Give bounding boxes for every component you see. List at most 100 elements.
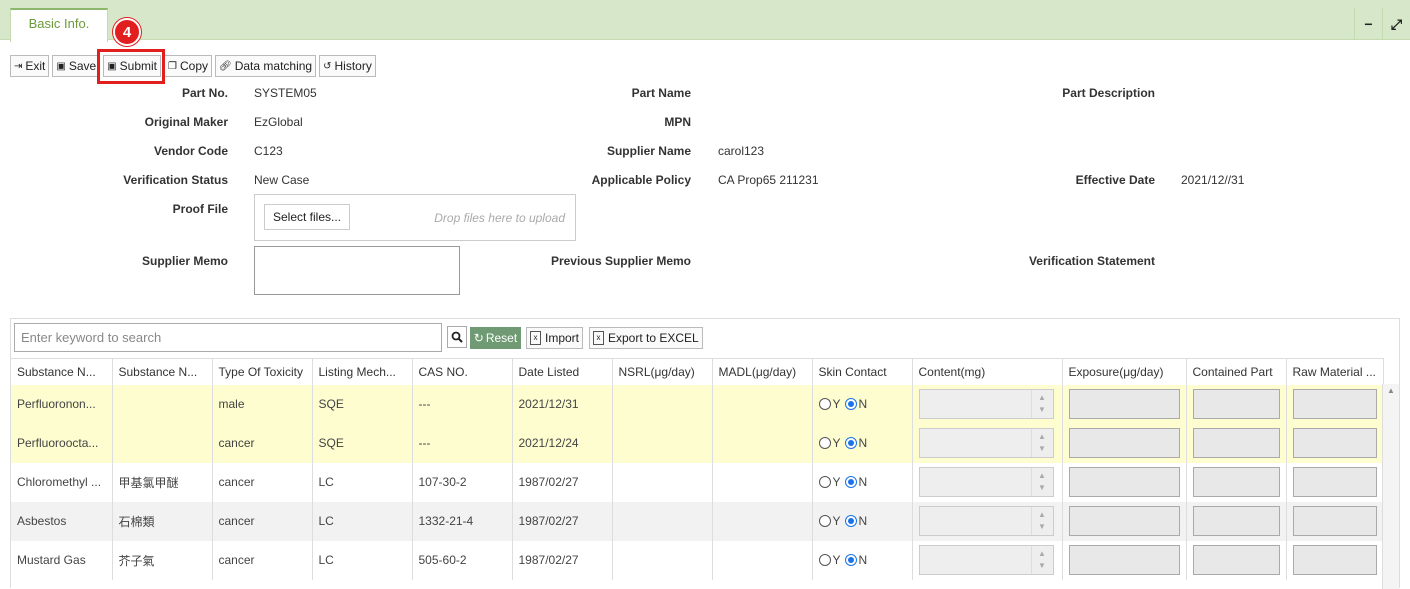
spinner-icon[interactable]: ▲ ▼ [1030, 429, 1053, 457]
column-header[interactable]: Substance N... [11, 358, 113, 385]
table-row[interactable]: Perfluoroocta... cancer SQE --- 2021/12/24 Y N… [11, 423, 1384, 463]
exposure-input[interactable] [1068, 389, 1180, 419]
copy-button[interactable]: ❐ Copy [164, 55, 213, 77]
data-matching-button[interactable]: 🔗︎ Data matching [215, 55, 317, 77]
expand-icon[interactable]: ⤢ [1382, 8, 1410, 40]
column-header[interactable]: Exposure(μg/day) [1062, 358, 1187, 385]
contained-part-input[interactable] [1192, 428, 1280, 458]
supplier-memo-textarea[interactable] [254, 246, 460, 295]
spinner-icon[interactable]: ▲ ▼ [1030, 546, 1053, 574]
exit-button[interactable]: ⇥ Exit [10, 55, 50, 77]
spinner-icon[interactable]: ▲ ▼ [1030, 390, 1053, 418]
exposure-input[interactable] [1068, 545, 1180, 575]
save-label: Save [68, 59, 97, 73]
raw-material-input[interactable] [1292, 389, 1377, 419]
skin-contact-no-radio[interactable] [844, 437, 857, 450]
table-cell: LC [312, 540, 413, 580]
column-header[interactable]: Listing Mech... [312, 358, 413, 385]
column-header[interactable]: CAS NO. [412, 358, 513, 385]
column-header[interactable]: Substance N... [112, 358, 213, 385]
raw-material-input[interactable] [1292, 545, 1377, 575]
raw-material-input[interactable] [1292, 506, 1377, 536]
contained-part-cell [1186, 501, 1287, 541]
save-button[interactable]: ▣ Save [52, 55, 101, 77]
vendor-code-value: C123 [254, 144, 283, 158]
skin-contact-no-radio[interactable] [844, 515, 857, 528]
exit-label: Exit [25, 59, 46, 73]
table-cell [712, 384, 813, 424]
contained-part-input[interactable] [1192, 467, 1280, 497]
exposure-input[interactable] [1068, 467, 1180, 497]
column-header[interactable]: Contained Part [1186, 358, 1287, 385]
content-numeric-input[interactable]: ▲ ▼ [918, 467, 1054, 497]
raw-material-cell [1286, 540, 1384, 580]
column-header[interactable]: Date Listed [512, 358, 613, 385]
import-button[interactable]: x Import [526, 327, 584, 349]
scroll-up-icon[interactable]: ▲ [1387, 386, 1395, 395]
file-upload-dropzone[interactable]: Select files... Drop files here to uploa… [254, 194, 576, 241]
copy-label: Copy [180, 59, 209, 73]
skin-contact-yes-radio[interactable] [818, 554, 831, 567]
column-header[interactable]: MADL(μg/day) [712, 358, 813, 385]
contained-part-cell [1186, 384, 1287, 424]
raw-material-input[interactable] [1292, 467, 1377, 497]
tab-bar: Basic Info. − ⤢ [0, 0, 1410, 42]
search-input[interactable]: Enter keyword to search [14, 323, 442, 352]
table-cell [712, 462, 813, 502]
table-cell: 1987/02/27 [512, 540, 613, 580]
tab-basic-info[interactable]: Basic Info. [10, 8, 108, 42]
skin-contact-no-radio[interactable] [844, 554, 857, 567]
exposure-input[interactable] [1068, 506, 1180, 536]
verification-statement-label: Verification Statement [1028, 254, 1155, 268]
contained-part-input[interactable] [1192, 389, 1280, 419]
skin-contact-yes-radio[interactable] [818, 515, 831, 528]
skin-contact-no-radio[interactable] [844, 476, 857, 489]
supplier-name-value: carol123 [718, 144, 765, 158]
column-header[interactable]: Raw Material ... [1286, 358, 1384, 385]
content-numeric-input[interactable]: ▲ ▼ [918, 428, 1054, 458]
exposure-input[interactable] [1068, 428, 1180, 458]
skin-contact-yes-radio[interactable] [818, 437, 831, 450]
content-numeric-input[interactable]: ▲ ▼ [918, 389, 1054, 419]
column-header[interactable]: NSRL(μg/day) [612, 358, 713, 385]
raw-material-input[interactable] [1292, 428, 1377, 458]
vertical-scrollbar[interactable]: ▲ [1382, 384, 1399, 589]
contained-part-input[interactable] [1192, 506, 1280, 536]
mpn-label: MPN [664, 115, 691, 129]
history-button[interactable]: ↺ History [319, 55, 376, 77]
table-row[interactable]: Asbestos 石棉類 cancer LC 1332-21-4 1987/02/27 Y N… [11, 501, 1384, 541]
table-cell: Mustard Gas [11, 540, 113, 580]
minimize-icon[interactable]: − [1354, 8, 1382, 40]
contained-part-input[interactable] [1192, 545, 1280, 575]
history-label: History [334, 59, 372, 73]
search-icon[interactable] [447, 326, 467, 348]
table-cell: SQE [312, 384, 413, 424]
content-numeric-input[interactable]: ▲ ▼ [918, 545, 1054, 575]
table-row[interactable]: Perfluoronon... male SQE --- 2021/12/31 Y N ▲ ▼ [11, 384, 1384, 424]
spinner-icon[interactable]: ▲ ▼ [1030, 468, 1053, 496]
column-header[interactable]: Type Of Toxicity [212, 358, 313, 385]
skin-contact-no-radio[interactable] [844, 398, 857, 411]
table-cell: SQE [312, 423, 413, 463]
select-files-button[interactable]: Select files... [264, 204, 350, 230]
table-row[interactable]: Chloromethyl ... 甲基氯甲醚 cancer LC 107-30-2 198… [11, 462, 1384, 502]
content-numeric-input[interactable]: ▲ ▼ [918, 506, 1054, 536]
skin-contact-yes-radio[interactable] [818, 476, 831, 489]
column-header[interactable]: Content(mg) [912, 358, 1063, 385]
substance-table: Substance N... Substance N... Type Of Toxi… [11, 358, 1384, 580]
table-row[interactable]: Mustard Gas 芥子氣 cancer LC 505-60-2 1987/02/27… [11, 540, 1384, 580]
exposure-cell [1062, 540, 1187, 580]
skin-contact-yes-radio[interactable] [818, 398, 831, 411]
table-cell: Chloromethyl ... [11, 462, 113, 502]
column-header[interactable]: Skin Contact [812, 358, 913, 385]
spinner-icon[interactable]: ▲ ▼ [1030, 507, 1053, 535]
exposure-cell [1062, 384, 1187, 424]
drop-hint: Drop files here to upload [434, 211, 565, 225]
content-cell: ▲ ▼ [912, 501, 1063, 541]
export-excel-button[interactable]: x Export to EXCEL [589, 327, 703, 349]
applicable-policy-label: Applicable Policy [591, 173, 691, 187]
table-cell [712, 501, 813, 541]
table-cell: 石棉類 [112, 501, 213, 541]
table-cell: --- [412, 384, 513, 424]
reset-button[interactable]: ↻ Reset [470, 327, 521, 349]
